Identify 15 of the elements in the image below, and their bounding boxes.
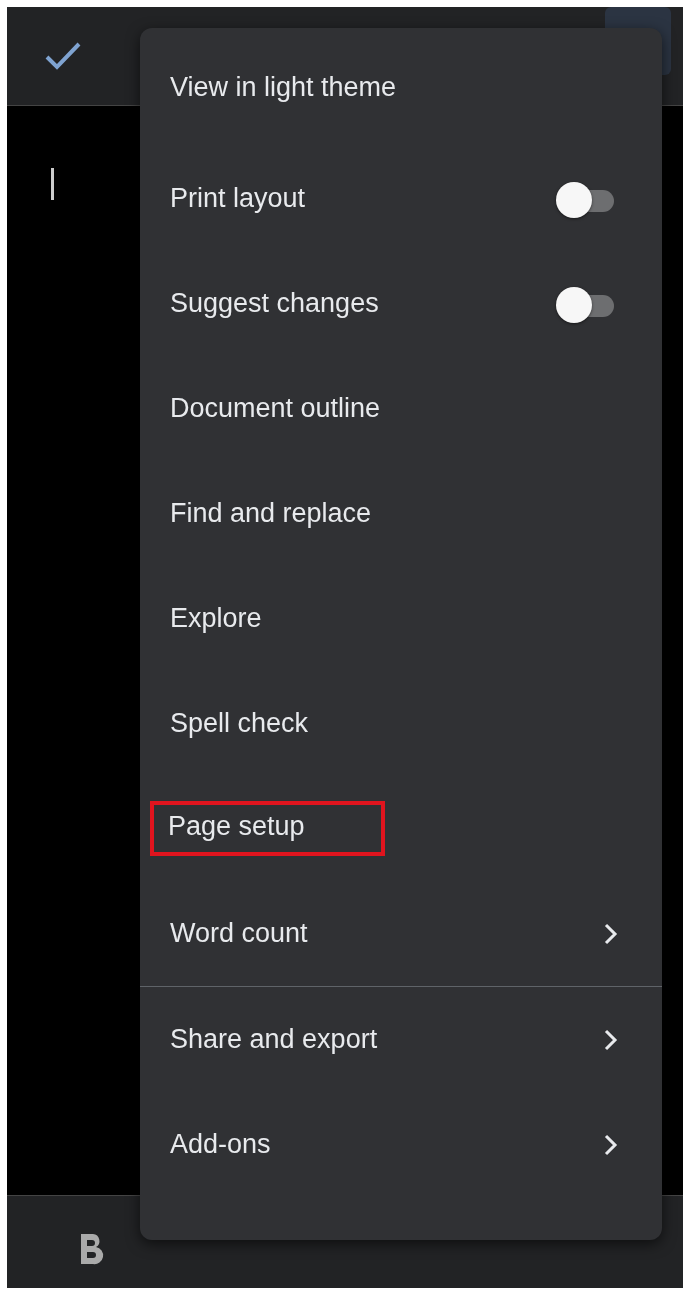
chevron-right-icon: [604, 922, 618, 945]
menu-item[interactable]: Print layout: [170, 177, 306, 220]
chevron-right-icon: [604, 1133, 618, 1156]
menu-item[interactable]: Add-ons: [170, 1123, 271, 1166]
menu-item[interactable]: Document outline: [170, 387, 381, 430]
menu-item[interactable]: View in light theme: [170, 65, 397, 109]
menu-item[interactable]: Word count: [170, 912, 308, 955]
menu-item[interactable]: Explore: [170, 597, 262, 640]
menu-item[interactable]: Spell check: [170, 702, 309, 745]
text-cursor: [51, 168, 54, 200]
check-icon[interactable]: [45, 42, 81, 70]
menu-item[interactable]: Find and replace: [170, 492, 372, 535]
chevron-right-icon: [604, 1028, 618, 1051]
menu-item[interactable]: Suggest changes: [170, 282, 379, 325]
menu-item[interactable]: Share and export: [170, 1018, 378, 1061]
